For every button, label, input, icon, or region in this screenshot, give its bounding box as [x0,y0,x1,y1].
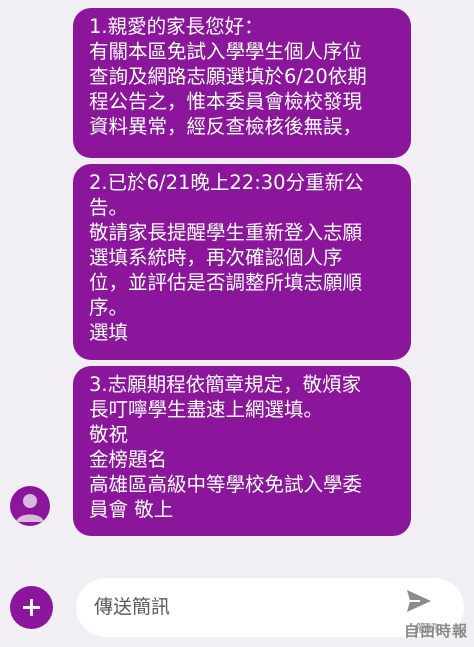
sender-avatar[interactable] [10,486,50,526]
message-input-placeholder: 傳送簡訊 [94,596,171,618]
message-line: 位，並評估是否調整所填志願順 [89,271,363,294]
message-line: 資料異常，經反查檢核後無誤， [89,115,363,138]
message-line: 金榜題名 [89,448,168,471]
message-line: 程公告之，惟本委員會檢校發現 [89,90,363,113]
message-line: 選填系統時，再次確認個人序 [89,246,343,269]
message-line: 有關本區免試入學學生個人序位 [89,40,363,63]
message-line: 2.已於6/21晚上22:30分重新公 [89,171,364,194]
message-line: 長叮嚀學生盡速上網選填。 [89,398,324,421]
message-composer: 傳送簡訊 簡訊 [0,566,474,647]
add-attachment-button[interactable] [10,586,53,629]
person-icon [16,494,44,522]
message-line: 敬祝 [89,423,129,446]
message-bubble[interactable]: 1.親愛的家長您好： 有關本區免試入學學生個人序位 查詢及網路志願選填於6/20… [73,8,411,158]
plus-icon [23,599,40,616]
message-line: 敬請家長提醒學生重新登入志願 [89,221,363,244]
message-line: 告。 [89,196,129,219]
message-line: 員會 敬上 [89,498,174,521]
message-line: 序。 [89,296,129,319]
send-icon[interactable] [404,586,434,616]
message-line: 1.親愛的家長您好： [89,15,264,38]
message-line: 查詢及網路志願選填於6/20依期 [89,65,367,88]
message-line: 選填 [89,321,129,344]
message-line: 高雄區高級中等學校免試入學委 [89,473,363,496]
message-bubble[interactable]: 2.已於6/21晚上22:30分重新公 告。 敬請家長提醒學生重新登入志願 選填… [73,164,411,360]
message-bubble[interactable]: 3.志願期程依簡章規定，敬煩家 長叮嚀學生盡速上網選填。 敬祝 金榜題名 高雄區… [73,366,411,536]
message-line: 3.志願期程依簡章規定，敬煩家 [89,373,362,396]
watermark-logo: 自由時報 [403,622,468,640]
